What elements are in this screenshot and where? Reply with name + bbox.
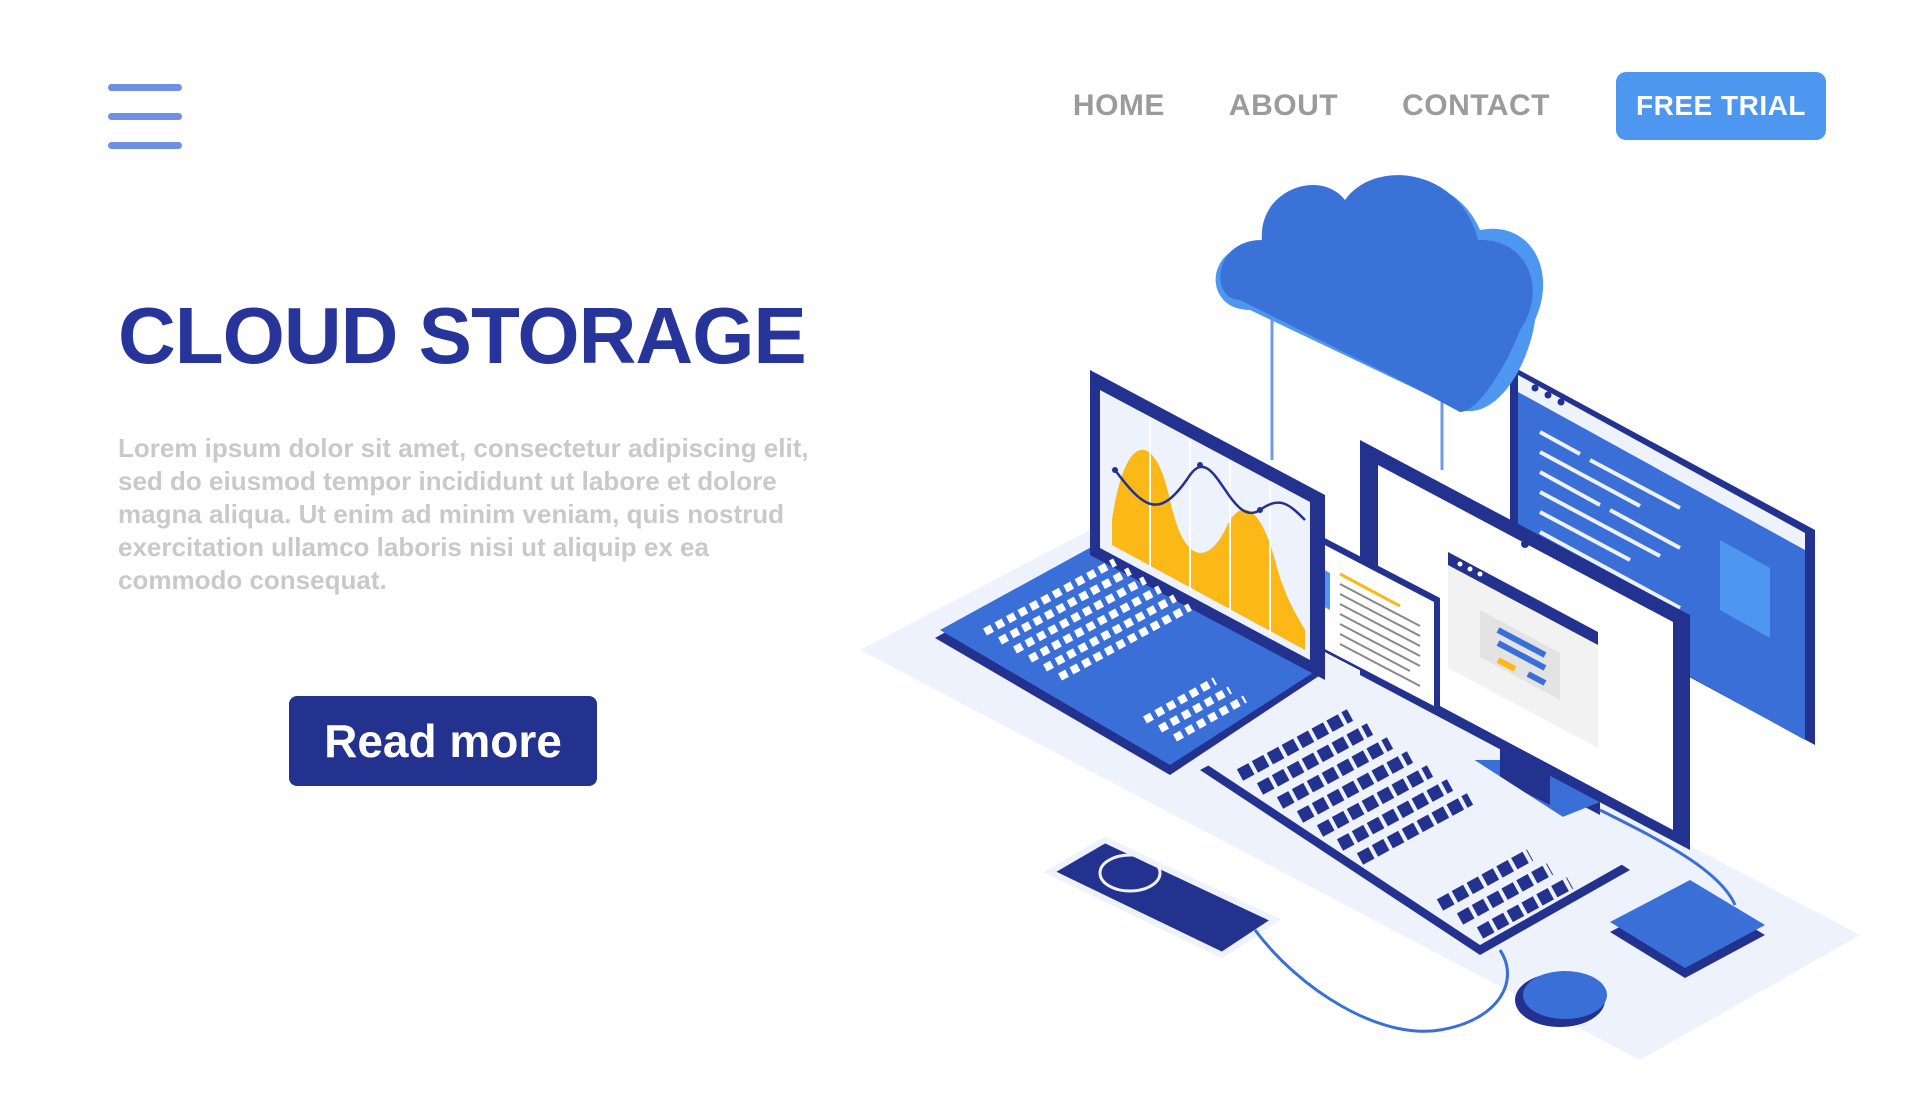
cloud-icon <box>1215 175 1544 412</box>
cloud-storage-devices-illustration <box>860 175 1860 1060</box>
smartphone <box>1043 836 1282 959</box>
